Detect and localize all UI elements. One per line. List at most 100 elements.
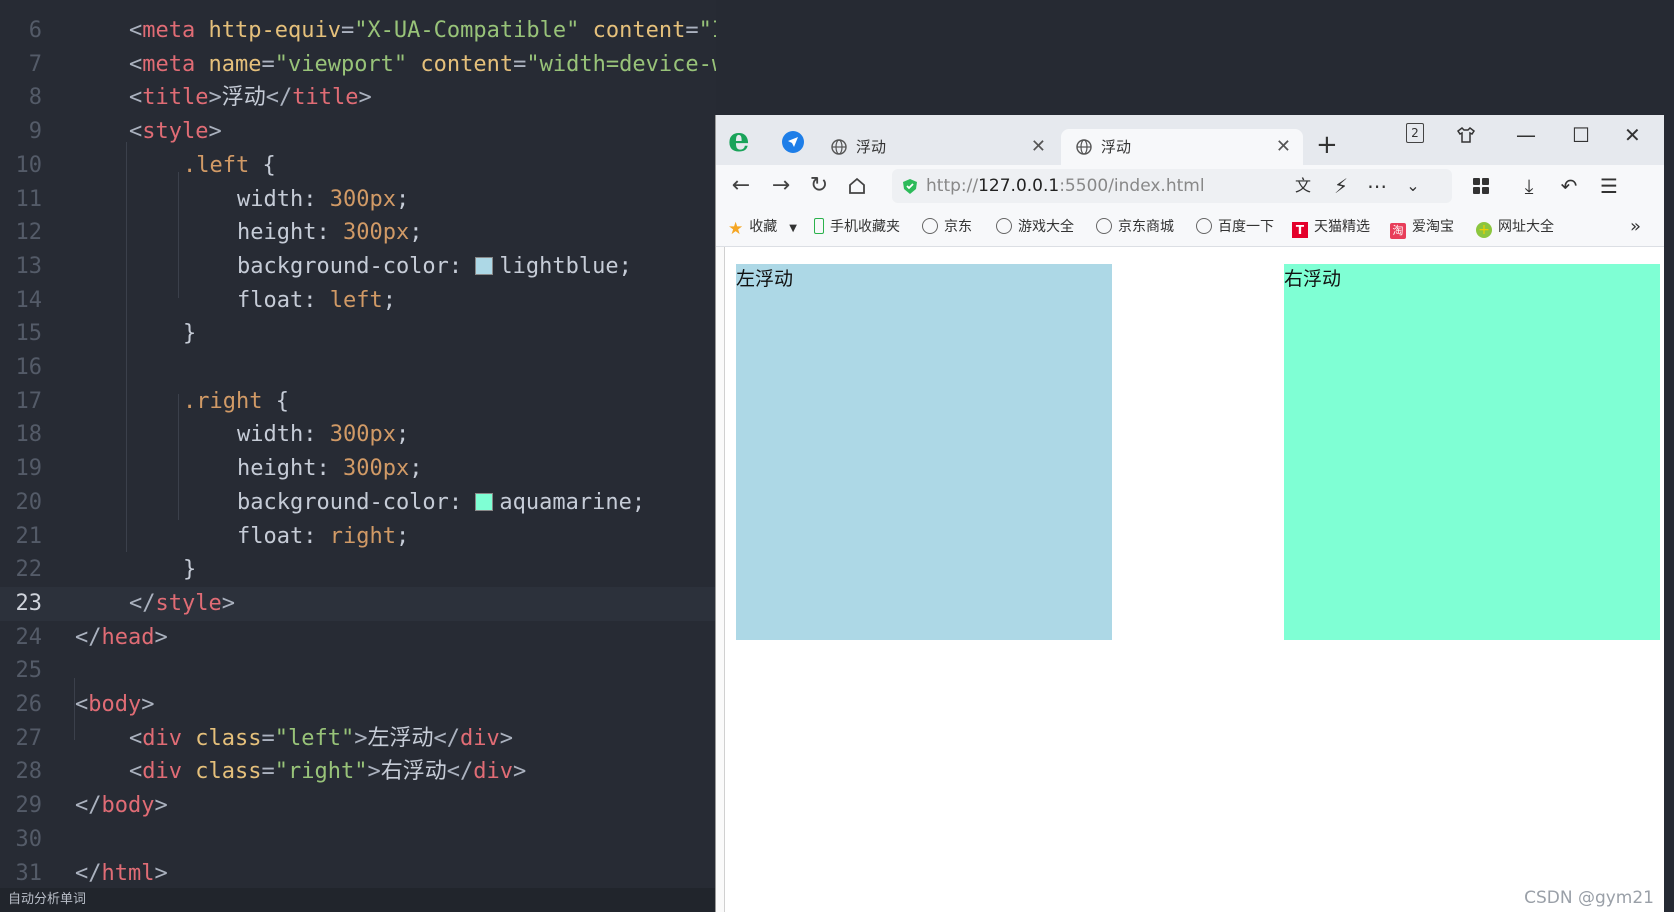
bookmark-favorites[interactable]: ★ 收藏 ▼	[728, 207, 797, 247]
shield-icon	[903, 179, 917, 194]
code-line[interactable]: 16	[0, 351, 716, 385]
code-token: <	[129, 18, 143, 43]
code-line[interactable]: 19 height: 300px;	[0, 452, 716, 486]
bookmark-item[interactable]: 游戏大全	[996, 207, 1074, 247]
bookmark-item[interactable]: + 网址大全	[1476, 207, 1554, 247]
bookmark-item[interactable]: 京东商城	[1096, 207, 1174, 247]
translate-icon[interactable]: ⽂	[1290, 173, 1316, 199]
code-token: .right	[183, 388, 263, 414]
download-icon[interactable]: ⤓	[1516, 173, 1542, 199]
code-line[interactable]: 6 <meta http-equiv="X-UA-Compatible" cont…	[0, 14, 716, 48]
more-dots-icon[interactable]: ⋯	[1364, 173, 1390, 199]
code-line[interactable]: 24 </head>	[0, 621, 716, 655]
code-token: meta	[142, 51, 196, 77]
code-token: float:	[237, 523, 330, 549]
bookmark-label: 游戏大全	[1018, 219, 1074, 235]
apps-grid-icon[interactable]	[1468, 173, 1494, 199]
home-icon[interactable]	[844, 173, 870, 199]
maximize-button[interactable]: ☐	[1572, 121, 1590, 149]
code-token: ;	[395, 186, 410, 212]
sites-icon: +	[1476, 222, 1492, 238]
tab-bar: e 浮动 ✕ 浮动 ✕ + 2 — ☐ ✕	[716, 115, 1664, 165]
reload-icon[interactable]: ↻	[806, 173, 832, 199]
close-window-button[interactable]: ✕	[1624, 121, 1641, 149]
color-swatch[interactable]	[475, 256, 494, 275]
skin-shirt-icon[interactable]	[1456, 121, 1476, 152]
caret-down-icon[interactable]: ▼	[789, 223, 797, 234]
bookmark-item[interactable]: 京东	[922, 207, 972, 247]
code-text: width: 300px;	[237, 418, 409, 452]
navigation-compass-icon[interactable]	[782, 131, 804, 153]
code-line[interactable]: 28 <div class="right">右浮动</div>	[0, 755, 716, 789]
code-token: 左浮动	[367, 725, 434, 751]
code-editor[interactable]: 6 <meta http-equiv="X-UA-Compatible" cont…	[0, 0, 716, 912]
bookmarks-more-icon[interactable]: »	[1630, 207, 1641, 247]
undo-icon[interactable]: ↶	[1556, 173, 1582, 199]
code-line[interactable]: 21 float: right;	[0, 520, 716, 554]
code-line[interactable]: 30	[0, 823, 716, 857]
code-line[interactable]: 22}	[0, 553, 716, 587]
close-tab-icon[interactable]: ✕	[1031, 129, 1046, 165]
code-token: lightblue;	[499, 253, 632, 279]
code-line[interactable]: 7 <meta name="viewport" content="width=de…	[0, 48, 716, 82]
tab-inactive[interactable]: 浮动 ✕	[816, 129, 1058, 165]
code-line[interactable]: 9 <style>	[0, 115, 716, 149]
code-token: right	[329, 523, 396, 549]
code-line[interactable]: 17 .right {	[0, 385, 716, 419]
code-line[interactable]: 27 <div class="left">左浮动</div>	[0, 722, 716, 756]
code-line[interactable]: 15}	[0, 317, 716, 351]
lightning-icon[interactable]: ⚡	[1328, 173, 1354, 199]
chevron-down-icon[interactable]: ⌄	[1400, 173, 1426, 199]
indent-guide	[178, 172, 179, 298]
code-token: style	[155, 590, 222, 616]
bookmark-item[interactable]: 淘爱淘宝	[1390, 207, 1454, 247]
code-token: =	[261, 759, 275, 785]
code-line[interactable]: 26 <body>	[0, 688, 716, 722]
code-token: >	[354, 725, 368, 751]
address-bar[interactable]: http://127.0.0.1:5500/index.html ⽂ ⚡ ⋯ ⌄	[892, 169, 1452, 203]
close-tab-icon[interactable]: ✕	[1276, 129, 1291, 165]
new-tab-button[interactable]: +	[1316, 129, 1338, 161]
back-arrow-icon[interactable]: ←	[728, 173, 754, 199]
browser-toolbar: ← → ↻ http://127.0.0.1:5500/index.html ⽂…	[716, 165, 1664, 207]
code-line[interactable]: 25	[0, 654, 716, 688]
code-token: "width=device-width, initial-scale=1.0"	[526, 51, 716, 77]
bookmarks-bar: ★ 收藏 ▼ 手机收藏夹 京东 游戏大全 京东商城 百度一下 T 天猫精选 淘爱淘宝 …	[716, 207, 1664, 247]
line-number: 22	[15, 557, 43, 583]
tab-count-badge[interactable]: 2	[1406, 123, 1424, 143]
code-line[interactable]: 20 background-color: aquamarine;	[0, 486, 716, 520]
sidebar-handle[interactable]	[716, 247, 725, 912]
code-token: html	[101, 860, 155, 886]
tmall-icon: T	[1292, 222, 1308, 238]
code-token: "IE=edge"	[698, 18, 716, 43]
code-line[interactable]: 8 <title>浮动</title>	[0, 81, 716, 115]
code-token: </	[75, 860, 102, 886]
code-line[interactable]: 12 height: 300px;	[0, 216, 716, 250]
bookmark-item[interactable]: 手机收藏夹	[814, 207, 900, 247]
tab-label: 浮动	[856, 138, 887, 156]
code-line[interactable]: 14 float: left;	[0, 284, 716, 318]
menu-icon[interactable]: ☰	[1596, 173, 1622, 199]
code-line[interactable]: 23 </style>	[0, 586, 716, 621]
code-token: 浮动	[221, 85, 266, 111]
code-line[interactable]: 18 width: 300px;	[0, 418, 716, 452]
code-line[interactable]: 29 </body>	[0, 789, 716, 823]
code-line[interactable]: 31 </html>	[0, 857, 716, 891]
bookmark-item[interactable]: 百度一下	[1196, 207, 1274, 247]
code-line[interactable]: 11 width: 300px;	[0, 183, 716, 217]
color-swatch[interactable]	[475, 492, 494, 511]
code-line[interactable]: 10 .left {	[0, 149, 716, 183]
code-token: <	[129, 51, 143, 77]
tab-active[interactable]: 浮动 ✕	[1061, 129, 1303, 165]
code-token: width:	[237, 186, 330, 212]
forward-arrow-icon[interactable]: →	[768, 173, 794, 199]
code-token: 300px	[342, 220, 410, 246]
browser-logo-icon[interactable]: e	[728, 123, 750, 157]
code-token: "right"	[274, 759, 368, 785]
globe-icon	[1076, 139, 1092, 155]
line-number: 18	[15, 422, 43, 448]
code-line[interactable]: 13 background-color: lightblue;	[0, 250, 716, 284]
bookmark-item[interactable]: T 天猫精选	[1292, 207, 1370, 247]
minimize-button[interactable]: —	[1516, 121, 1536, 149]
taobao-icon: 淘	[1390, 223, 1406, 239]
